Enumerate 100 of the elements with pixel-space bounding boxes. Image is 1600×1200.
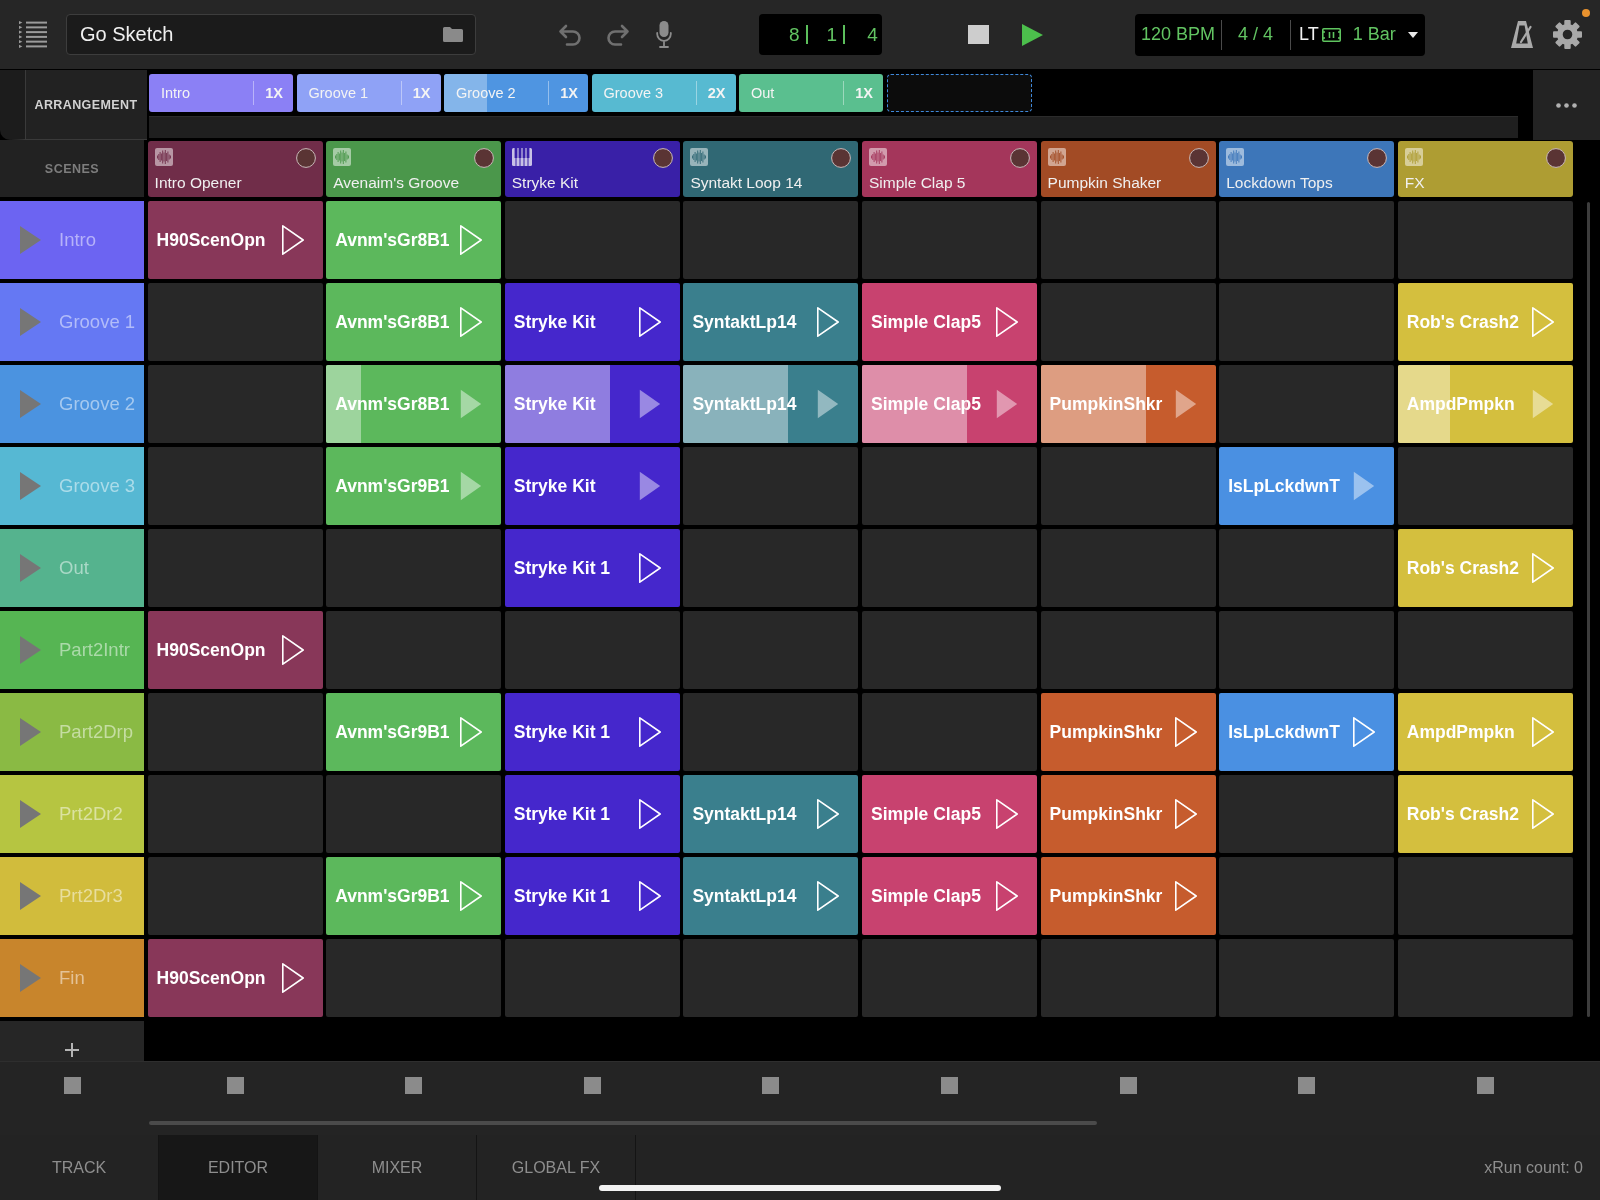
empty-clip-slot[interactable] [326, 939, 502, 1017]
empty-clip-slot[interactable] [1040, 283, 1216, 361]
record-icon[interactable] [1545, 148, 1566, 168]
menu-icon[interactable] [19, 21, 47, 48]
empty-clip-slot[interactable] [861, 611, 1037, 689]
project-name-field[interactable]: Go Sketch [66, 14, 476, 55]
clip[interactable]: Avnm'sGr9B1 [326, 447, 502, 525]
clip[interactable]: Avnm'sGr8B1 [326, 365, 502, 443]
more-icon[interactable] [1556, 102, 1577, 108]
play-icon[interactable] [817, 881, 840, 911]
clip[interactable]: PumpkinShkr [1040, 693, 1216, 771]
arrangement-part[interactable]: Groove 2 1X [444, 74, 588, 112]
undo-icon[interactable] [558, 23, 583, 46]
empty-clip-slot[interactable] [1397, 611, 1573, 689]
repeat-count[interactable]: 2X [707, 85, 726, 101]
play-icon[interactable] [638, 553, 661, 583]
clip[interactable]: Simple Clap5 [861, 283, 1037, 361]
clip[interactable]: PumpkinShkr [1040, 857, 1216, 935]
clip[interactable]: Avnm'sGr8B1 [326, 201, 502, 279]
clip[interactable]: AmpdPmpkn [1397, 693, 1573, 771]
record-icon[interactable] [1009, 148, 1030, 168]
empty-clip-slot[interactable] [147, 693, 323, 771]
empty-clip-slot[interactable] [326, 611, 502, 689]
clip[interactable]: SyntaktLp14 [683, 857, 859, 935]
empty-clip-slot[interactable] [861, 529, 1037, 607]
empty-clip-slot[interactable] [683, 611, 859, 689]
play-icon[interactable] [638, 881, 661, 911]
empty-clip-slot[interactable] [147, 775, 323, 853]
record-icon[interactable] [474, 148, 495, 168]
repeat-count[interactable]: 1X [855, 85, 873, 101]
play-icon[interactable] [995, 799, 1018, 829]
clip[interactable]: Simple Clap5 [861, 857, 1037, 935]
stop-icon[interactable] [762, 1077, 780, 1094]
clip[interactable]: Stryke Kit [504, 365, 680, 443]
clip[interactable]: Stryke Kit [504, 447, 680, 525]
stop-icon[interactable] [583, 1077, 601, 1094]
empty-clip-slot[interactable] [1040, 201, 1216, 279]
stop-icon[interactable] [226, 1077, 244, 1094]
play-icon[interactable] [817, 307, 840, 337]
play-icon[interactable] [995, 307, 1018, 337]
record-icon[interactable] [831, 148, 852, 168]
scene-launch-button[interactable]: Out [0, 529, 144, 607]
microphone-icon[interactable] [656, 21, 672, 48]
clip[interactable]: Rob's Crash2 [1397, 283, 1573, 361]
track-header[interactable]: Intro Opener [147, 141, 323, 197]
stop-icon[interactable] [1298, 1077, 1316, 1094]
empty-part-slot[interactable] [886, 74, 1032, 112]
tempo-value[interactable]: 120 BPM [1141, 24, 1216, 45]
tab[interactable]: EDITOR [159, 1135, 318, 1200]
stop-icon[interactable] [405, 1077, 423, 1094]
scene-launch-button[interactable]: Part2Intr [0, 611, 144, 689]
play-icon[interactable] [638, 799, 661, 829]
clip[interactable]: H90ScenOpn [147, 201, 323, 279]
empty-clip-slot[interactable] [1040, 447, 1216, 525]
clip[interactable]: Stryke Kit 1 [504, 775, 680, 853]
play-icon[interactable] [1174, 717, 1197, 747]
empty-clip-slot[interactable] [861, 693, 1037, 771]
empty-clip-slot[interactable] [1397, 447, 1573, 525]
clip[interactable]: IsLpLckdwnT [1219, 693, 1395, 771]
caret-icon[interactable] [1407, 31, 1418, 38]
clip[interactable]: H90ScenOpn [147, 611, 323, 689]
empty-clip-slot[interactable] [504, 939, 680, 1017]
empty-clip-slot[interactable] [147, 447, 323, 525]
record-icon[interactable] [652, 148, 673, 168]
track-header[interactable]: Stryke Kit [504, 141, 680, 197]
track-header[interactable]: Syntakt Loop 14 [683, 141, 859, 197]
play-icon[interactable] [281, 225, 304, 255]
settings-icon[interactable] [1553, 20, 1582, 49]
stop-icon[interactable] [940, 1077, 958, 1094]
scene-launch-button[interactable]: Intro [0, 201, 144, 279]
play-icon[interactable] [1174, 881, 1197, 911]
play-icon[interactable] [638, 307, 661, 337]
clip[interactable]: Stryke Kit 1 [504, 529, 680, 607]
arrangement-part[interactable]: Groove 3 2X [591, 74, 736, 112]
empty-clip-slot[interactable] [683, 529, 859, 607]
clip[interactable]: Avnm'sGr9B1 [326, 693, 502, 771]
play-icon[interactable] [1174, 799, 1197, 829]
empty-clip-slot[interactable] [1219, 611, 1395, 689]
play-icon[interactable] [1022, 23, 1043, 46]
empty-clip-slot[interactable] [504, 201, 680, 279]
clip[interactable]: Avnm'sGr8B1 [326, 283, 502, 361]
arrangement-part[interactable]: Out 1X [739, 74, 883, 112]
play-icon[interactable] [817, 799, 840, 829]
scene-launch-button[interactable]: Groove 1 [0, 283, 144, 361]
empty-clip-slot[interactable] [326, 529, 502, 607]
scene-launch-button[interactable]: Fin [0, 939, 144, 1017]
scene-launch-button[interactable]: Groove 2 [0, 365, 144, 443]
clip[interactable]: SyntaktLp14 [683, 283, 859, 361]
empty-clip-slot[interactable] [147, 529, 323, 607]
arrangement-part[interactable]: Intro 1X [149, 74, 293, 112]
empty-clip-slot[interactable] [1219, 775, 1395, 853]
empty-clip-slot[interactable] [1397, 201, 1573, 279]
track-header[interactable]: Avenaim's Groove [326, 141, 502, 197]
clip[interactable]: Rob's Crash2 [1397, 775, 1573, 853]
play-icon[interactable] [995, 881, 1018, 911]
empty-clip-slot[interactable] [1040, 529, 1216, 607]
clip[interactable]: Rob's Crash2 [1397, 529, 1573, 607]
empty-clip-slot[interactable] [326, 775, 502, 853]
empty-clip-slot[interactable] [1219, 365, 1395, 443]
record-icon[interactable] [1367, 148, 1388, 168]
